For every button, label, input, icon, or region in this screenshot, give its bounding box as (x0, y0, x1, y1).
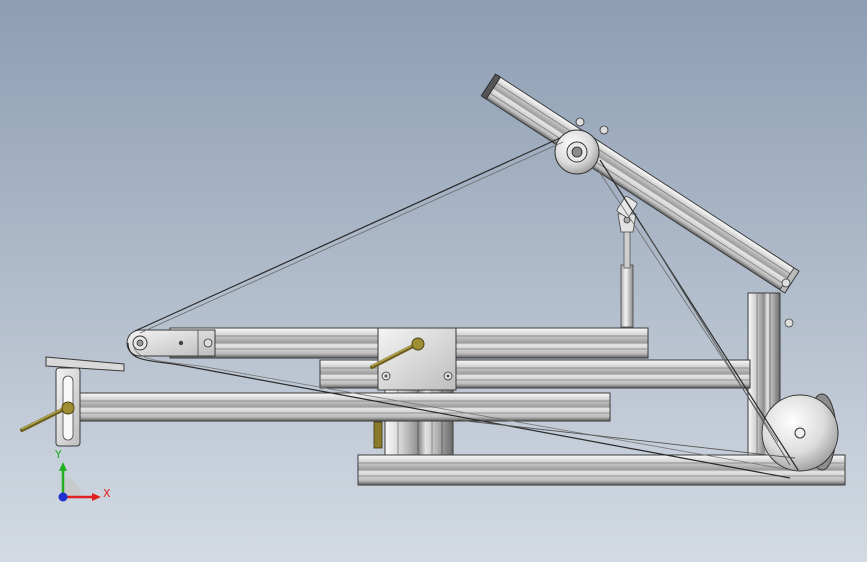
cable-system (127, 137, 799, 479)
upper-arm-clevis[interactable] (126, 329, 216, 357)
incline-end-bolt (781, 278, 791, 288)
inclined-extrusion[interactable] (480, 73, 800, 294)
z-axis-dot (58, 492, 68, 502)
post-bolt (784, 318, 794, 328)
triad-plane (63, 478, 81, 496)
x-axis-label: X (103, 487, 111, 500)
stop-tab (373, 421, 383, 449)
base-extrusion[interactable] (357, 454, 846, 486)
lower-arm-extrusion[interactable] (69, 392, 611, 422)
cad-viewport[interactable]: X Y (0, 0, 867, 562)
coordinate-triad: X Y (54, 448, 111, 502)
y-axis-label: Y (54, 448, 62, 461)
mechanism-model[interactable]: X Y (0, 0, 867, 562)
gas-spring[interactable] (616, 196, 638, 328)
